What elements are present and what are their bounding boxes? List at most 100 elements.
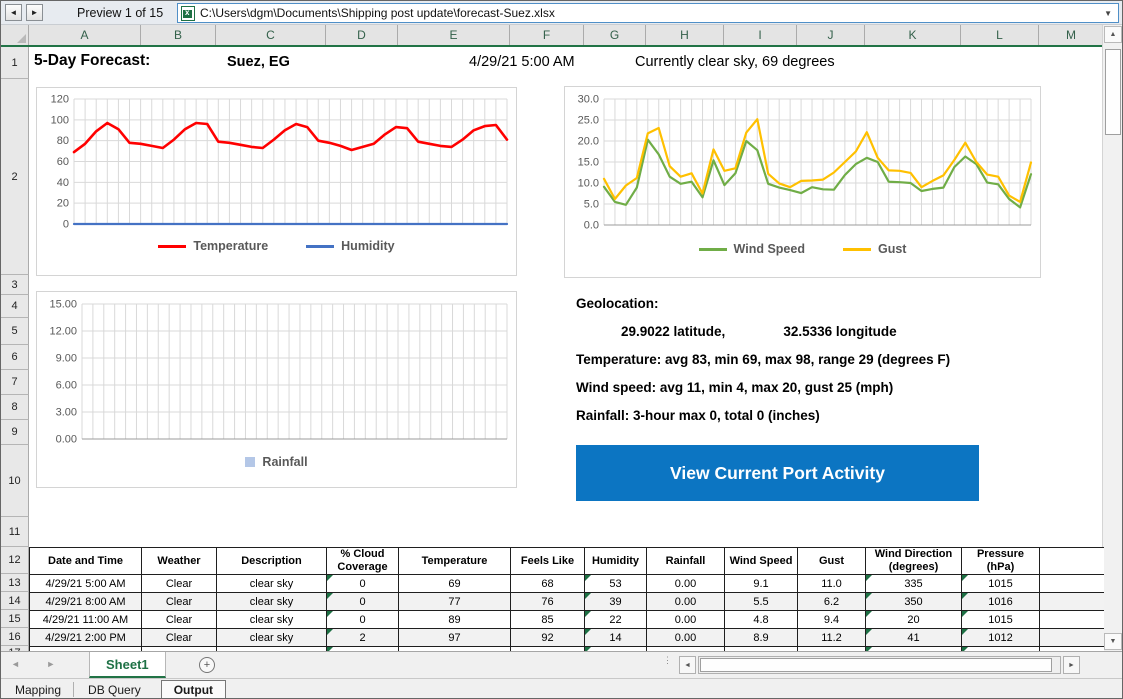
view-port-activity-button[interactable]: View Current Port Activity xyxy=(576,445,979,501)
legend-item: Humidity xyxy=(306,239,394,253)
longitude-value: 32.5336 longitude xyxy=(783,324,896,339)
table-cell: 9.4 xyxy=(798,611,866,629)
table-cell: 0 xyxy=(327,575,399,593)
table-column-header: Rainfall xyxy=(647,548,725,575)
column-header-L: L xyxy=(961,25,1039,45)
table-cell: 85 xyxy=(511,611,585,629)
table-header-row: Date and TimeWeatherDescription% Cloud C… xyxy=(30,548,1105,575)
y-tick-label: 3.00 xyxy=(56,407,77,419)
table-cell: 1012 xyxy=(962,629,1040,647)
next-preview-button[interactable]: ► xyxy=(26,4,43,21)
table-cell: 4.8 xyxy=(725,611,798,629)
temperature-humidity-chart: 120100806040200 TemperatureHumidity xyxy=(36,87,517,276)
table-cell: 69 xyxy=(399,575,511,593)
row-header-10: 10 xyxy=(1,445,29,517)
y-tick-label: 0.0 xyxy=(584,220,599,232)
legend-swatch-icon xyxy=(158,245,186,248)
sheet-tab-sheet1[interactable]: Sheet1 xyxy=(89,652,166,678)
y-tick-label: 25.0 xyxy=(578,115,599,127)
table-column-header: Date and Time xyxy=(30,548,142,575)
sheet-nav-arrows-icon[interactable]: ◄ ► xyxy=(11,659,67,669)
forecast-table: Date and TimeWeatherDescription% Cloud C… xyxy=(29,547,1104,651)
column-headers: ABCDEFGHIJKLM xyxy=(29,25,1104,45)
table-row: 4/29/21 8:00 AMClearclear sky07776390.00… xyxy=(30,593,1105,611)
legend-label: Rainfall xyxy=(262,455,307,469)
legend-swatch-icon xyxy=(245,457,255,467)
prev-preview-button[interactable]: ◄ xyxy=(5,4,22,21)
column-header-H: H xyxy=(646,25,724,45)
table-cell: 6.2 xyxy=(798,593,866,611)
table-cell: Clear xyxy=(142,611,217,629)
column-header-D: D xyxy=(326,25,398,45)
table-cell: 0 xyxy=(327,611,399,629)
table-cell: 0.00 xyxy=(647,593,725,611)
table-cell: 92 xyxy=(511,629,585,647)
dropdown-arrow-icon[interactable]: ▼ xyxy=(1098,9,1118,18)
table-cell: 350 xyxy=(866,593,962,611)
y-tick-label: 5.0 xyxy=(584,199,599,211)
table-cell: 22 xyxy=(585,611,647,629)
forecast-table-wrap: Date and TimeWeatherDescription% Cloud C… xyxy=(29,547,1104,651)
table-cell: 5.5 xyxy=(725,593,798,611)
add-sheet-icon[interactable]: + xyxy=(199,657,215,673)
table-cell: 89 xyxy=(399,611,511,629)
y-tick-label: 10.0 xyxy=(578,178,599,190)
horizontal-scroll-thumb[interactable] xyxy=(700,658,1052,672)
bottom-tab-mapping[interactable]: Mapping xyxy=(3,681,73,699)
table-column-header: Wind Direction (degrees) xyxy=(866,548,962,575)
y-tick-label: 80 xyxy=(57,135,69,147)
vertical-scroll-thumb[interactable] xyxy=(1105,49,1121,135)
table-row: 4/29/21 2:00 PMClearclear sky29792140.00… xyxy=(30,629,1105,647)
y-tick-label: 30.0 xyxy=(578,94,599,106)
row-header-15: 15 xyxy=(1,610,29,628)
conditions-label: Currently clear sky, 69 degrees xyxy=(635,54,835,70)
bottom-tab-bar: MappingDB Query Output xyxy=(1,678,1123,699)
row-header-6: 6 xyxy=(1,345,29,370)
table-cell: 0 xyxy=(327,593,399,611)
row-header-13: 13 xyxy=(1,574,29,592)
table-cell: 0.00 xyxy=(647,611,725,629)
location-label: Suez, EG xyxy=(227,54,290,70)
vertical-scrollbar[interactable]: ▲ ▼ xyxy=(1102,25,1122,651)
legend-label: Temperature xyxy=(193,239,268,253)
table-cell: 8.9 xyxy=(725,629,798,647)
table-cell: clear sky xyxy=(217,629,327,647)
y-tick-label: 6.00 xyxy=(56,380,77,392)
scroll-down-icon[interactable]: ▼ xyxy=(1104,633,1122,650)
legend-swatch-icon xyxy=(699,248,727,251)
column-header-K: K xyxy=(865,25,961,45)
column-header-J: J xyxy=(797,25,865,45)
row-header-4: 4 xyxy=(1,295,29,318)
bottom-tab-db-query[interactable]: DB Query xyxy=(76,681,153,699)
table-column-header: Wind Speed xyxy=(725,548,798,575)
legend-label: Gust xyxy=(878,242,906,256)
column-header-I: I xyxy=(724,25,797,45)
table-cell: 4/29/21 2:00 PM xyxy=(30,629,142,647)
row-header-3: 3 xyxy=(1,275,29,295)
scroll-right-icon[interactable]: ► xyxy=(1063,656,1080,674)
row-header-1: 1 xyxy=(1,47,29,79)
table-cell: Clear xyxy=(142,629,217,647)
table-cell: 0.00 xyxy=(647,575,725,593)
wind-gust-chart: 30.025.020.015.010.05.00.0 Wind SpeedGus… xyxy=(564,86,1041,278)
horizontal-scrollbar[interactable] xyxy=(698,656,1061,674)
scrollbar-grip-icon[interactable]: ⋮ xyxy=(663,658,672,663)
table-column-header: % Cloud Coverage xyxy=(327,548,399,575)
scroll-left-icon[interactable]: ◄ xyxy=(679,656,696,674)
legend-swatch-icon xyxy=(843,248,871,251)
table-cell: 2 xyxy=(327,629,399,647)
table-column-header: Weather xyxy=(142,548,217,575)
wind-chart-legend: Wind SpeedGust xyxy=(565,242,1040,256)
column-header-B: B xyxy=(141,25,216,45)
scroll-up-icon[interactable]: ▲ xyxy=(1104,26,1122,43)
y-tick-label: 100 xyxy=(51,114,69,126)
y-tick-label: 15.0 xyxy=(578,157,599,169)
bottom-tab-output[interactable]: Output xyxy=(161,680,226,699)
column-header-M: M xyxy=(1039,25,1104,45)
table-cell: clear sky xyxy=(217,575,327,593)
file-path-combobox[interactable]: C:\Users\dgm\Documents\Shipping post upd… xyxy=(177,3,1119,23)
table-cell: 53 xyxy=(585,575,647,593)
column-header-G: G xyxy=(584,25,646,45)
table-column-header: Temperature xyxy=(399,548,511,575)
table-column-header: Feels Like xyxy=(511,548,585,575)
